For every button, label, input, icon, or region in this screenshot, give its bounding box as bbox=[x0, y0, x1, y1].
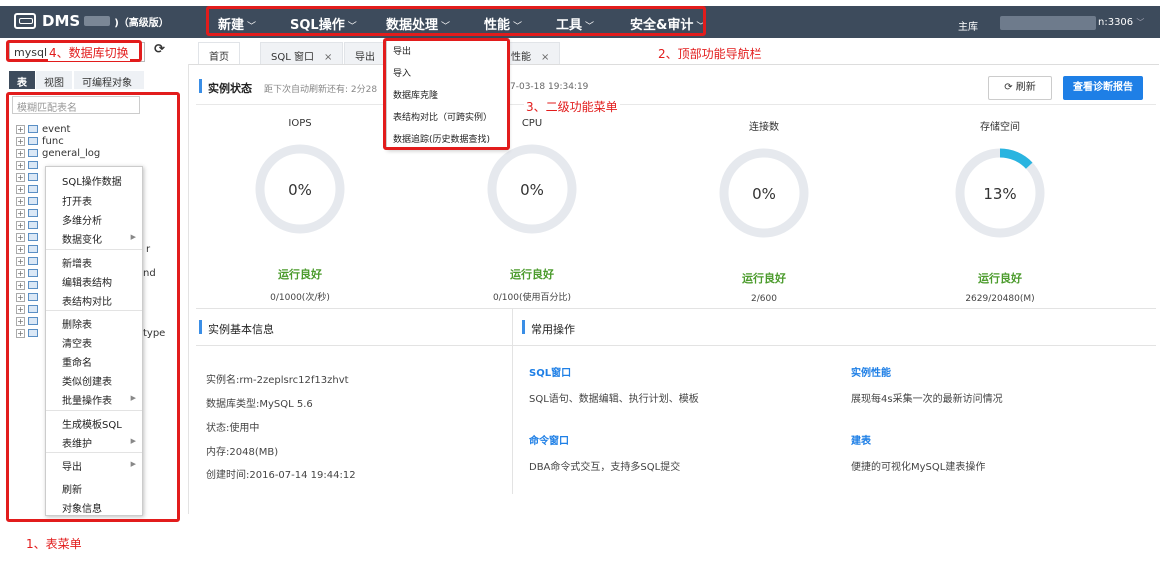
redacted-text bbox=[84, 16, 111, 26]
annotation-label-1: 1、表菜单 bbox=[26, 537, 82, 551]
tab-performance[interactable]: 性能 × bbox=[504, 42, 561, 64]
op-performance-link[interactable]: 实例性能 bbox=[851, 364, 891, 379]
annotation-label-3: 3、二级功能菜单 bbox=[524, 98, 620, 115]
annotation-box-table-menu bbox=[6, 92, 180, 522]
gauge-iops: IOPS 0% 运行良好 0/1000(次/秒) bbox=[248, 118, 352, 303]
gauge-value: 0% bbox=[752, 185, 776, 203]
gauge-ring: 13% bbox=[955, 148, 1045, 238]
section-accent bbox=[199, 320, 202, 334]
host-selector[interactable]: n:3306 ﹀ bbox=[1098, 17, 1144, 28]
gauge-status: 运行良好 bbox=[742, 272, 786, 285]
tab-export-label: 导出 bbox=[355, 52, 375, 63]
op-sql-window-desc: SQL语句、数据编辑、执行计划、模板 bbox=[529, 394, 699, 405]
tab-perf-label: 性能 bbox=[511, 52, 531, 63]
tab-sql-window[interactable]: SQL 窗口 × bbox=[260, 42, 344, 64]
host-port: n:3306 bbox=[1098, 17, 1134, 28]
gauge-label: IOPS bbox=[288, 118, 312, 129]
refresh-icon[interactable]: ⟳ bbox=[154, 42, 165, 57]
tab-programmable[interactable]: 可编程对象 bbox=[74, 71, 144, 89]
gauge-value: 0% bbox=[288, 181, 312, 199]
tab-tables[interactable]: 表 bbox=[9, 71, 35, 89]
gauge-value: 0% bbox=[520, 181, 544, 199]
tab-home-label: 首页 bbox=[209, 52, 229, 63]
op-command-window-desc: DBA命令式交互，支持多SQL提交 bbox=[529, 462, 681, 473]
op-create-table-link[interactable]: 建表 bbox=[851, 432, 871, 447]
section-accent bbox=[522, 320, 525, 334]
divider bbox=[512, 309, 513, 494]
op-create-table-desc: 便捷的可视化MySQL建表操作 bbox=[851, 462, 986, 473]
gauge-detail: 0/1000(次/秒) bbox=[270, 293, 330, 303]
gauge-label: 存储空间 bbox=[980, 122, 1020, 133]
app-edition: )（高级版） bbox=[114, 17, 169, 29]
tab-sql-label: SQL 窗口 bbox=[271, 52, 314, 63]
app-name: DMS bbox=[42, 12, 81, 30]
gauge-detail: 2/600 bbox=[751, 294, 777, 304]
op-sql-window-link[interactable]: SQL窗口 bbox=[529, 364, 571, 379]
info-created: 创建时间:2016-07-14 19:44:12 bbox=[206, 470, 356, 481]
info-instance-name: 实例名:rm-2zeplsrc12f13zhvt bbox=[206, 375, 349, 386]
gauge-status: 运行良好 bbox=[978, 272, 1022, 285]
close-icon[interactable]: × bbox=[541, 52, 549, 63]
common-ops-title: 常用操作 bbox=[531, 323, 575, 336]
redacted-host bbox=[1000, 16, 1096, 30]
gauge-detail: 0/100(使用百分比) bbox=[493, 293, 571, 303]
gauge-ring: 0% bbox=[719, 148, 809, 238]
info-memory: 内存:2048(MB) bbox=[206, 447, 279, 458]
gauge-status: 运行良好 bbox=[510, 268, 554, 281]
divider bbox=[196, 308, 1156, 309]
info-db-type: 数据库类型:MySQL 5.6 bbox=[206, 399, 313, 410]
info-state: 状态:使用中 bbox=[206, 423, 260, 434]
database-logo-icon bbox=[14, 13, 36, 29]
annotation-label-4: 4、数据库切换 bbox=[48, 44, 130, 61]
dms-logo[interactable]: DMS )（高级版） bbox=[14, 12, 169, 30]
gauge-label: 连接数 bbox=[749, 122, 779, 133]
gauge-status: 运行良好 bbox=[278, 268, 322, 281]
refresh-countdown: 距下次自动刷新还有: 2分28 bbox=[264, 85, 378, 95]
annotation-label-2: 2、顶部功能导航栏 bbox=[658, 47, 762, 61]
instance-info-title: 实例基本信息 bbox=[208, 323, 274, 336]
gauge-connections: 连接数 0% 运行良好 2/600 bbox=[712, 118, 816, 304]
op-performance-desc: 展现每4s采集一次的最新访问情况 bbox=[851, 394, 1003, 405]
host-label: 主库 bbox=[958, 22, 978, 33]
close-icon[interactable]: × bbox=[324, 52, 332, 63]
op-command-window-link[interactable]: 命令窗口 bbox=[529, 432, 569, 447]
gauge-storage: 存储空间 13% 运行良好 2629/20480(M) bbox=[948, 118, 1052, 304]
gauge-ring: 0% bbox=[487, 144, 577, 234]
gauge-ring: 0% bbox=[255, 144, 345, 234]
section-accent bbox=[199, 79, 202, 93]
annotation-box-submenu bbox=[383, 38, 510, 150]
annotation-box-top-nav bbox=[206, 6, 706, 36]
divider bbox=[196, 104, 1156, 105]
panel-divider bbox=[188, 64, 189, 514]
diagnosis-report-button[interactable]: 查看诊断报告 bbox=[1063, 76, 1143, 100]
chevron-down-icon: ﹀ bbox=[1136, 18, 1145, 27]
status-timestamp: 7-03-18 19:34:19 bbox=[510, 82, 589, 92]
status-title: 实例状态 bbox=[208, 82, 252, 95]
divider bbox=[196, 345, 1156, 346]
gauge-value: 13% bbox=[983, 185, 1016, 203]
tabbar-divider bbox=[189, 64, 1159, 65]
tab-views[interactable]: 视图 bbox=[36, 71, 72, 89]
tab-home[interactable]: 首页 bbox=[198, 42, 240, 64]
refresh-button[interactable]: ⟳ 刷新 bbox=[988, 76, 1052, 100]
gauge-detail: 2629/20480(M) bbox=[965, 294, 1035, 304]
